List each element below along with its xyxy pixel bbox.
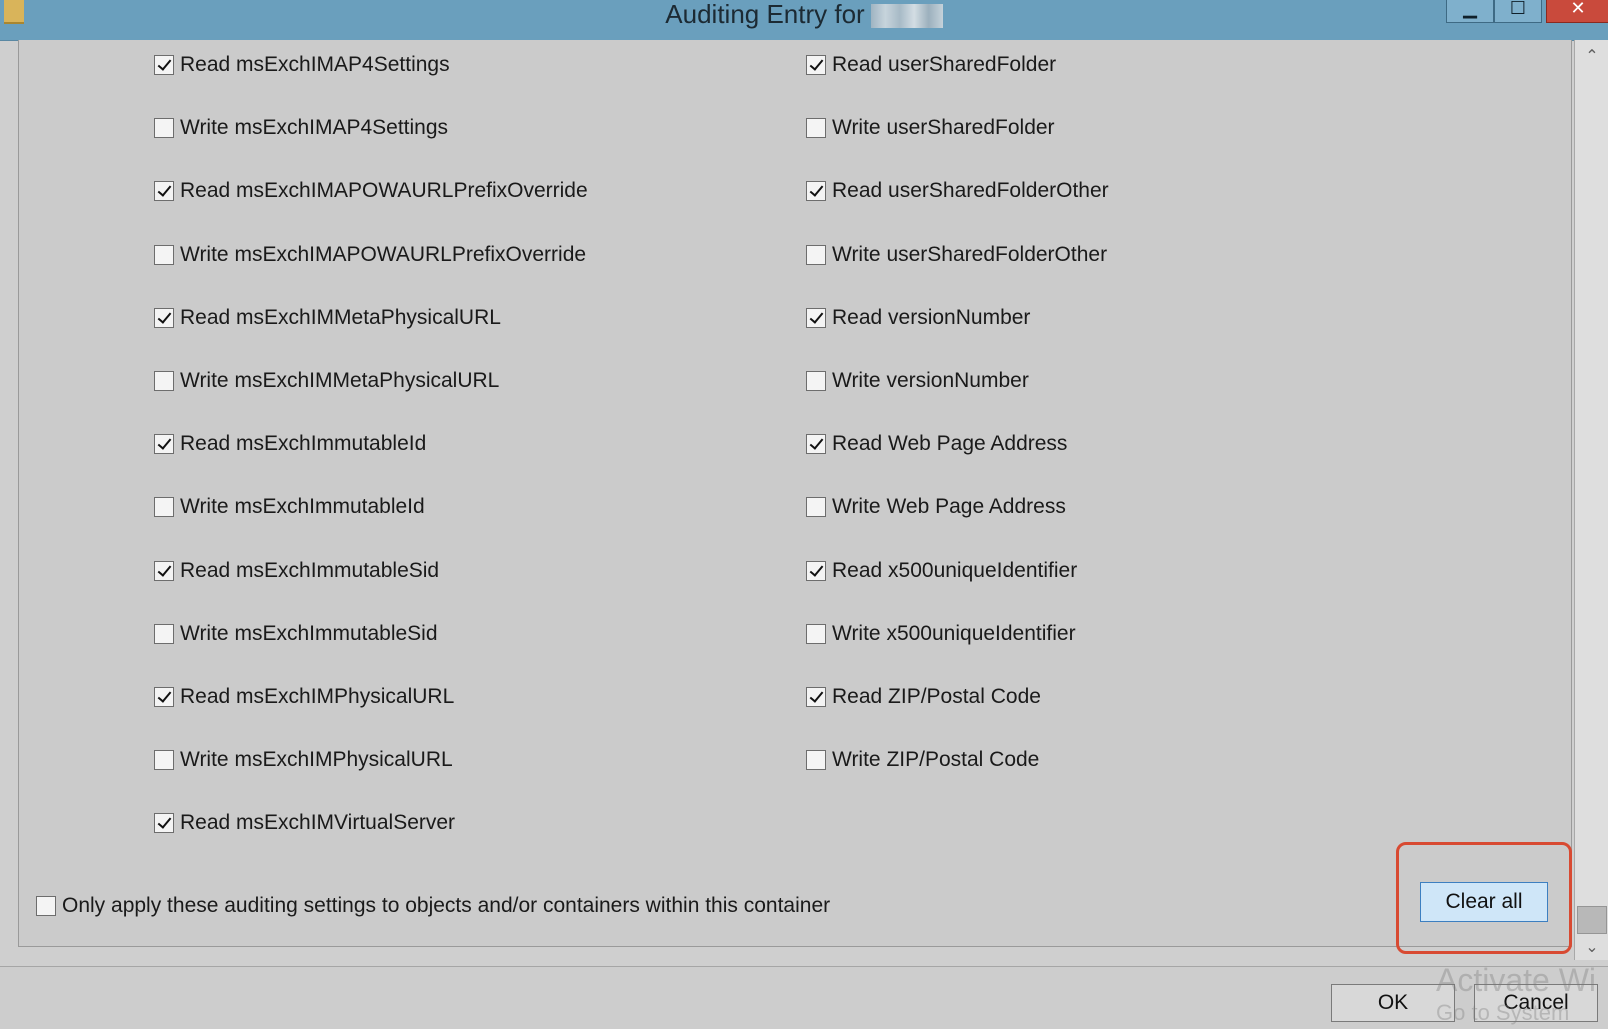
permission-item[interactable]: Write x500uniqueIdentifier [806, 620, 1076, 648]
permission-checkbox[interactable] [154, 497, 174, 518]
permission-label: Write msExchImmutableId [180, 495, 425, 519]
permission-label: Read msExchIMPhysicalURL [180, 685, 455, 708]
permission-item[interactable]: Read msExchIMMetaPhysicalURL [154, 304, 501, 332]
permission-checkbox[interactable] [806, 371, 826, 391]
permission-item[interactable]: Read ZIP/Postal Code [806, 683, 1041, 711]
permission-label: Write userSharedFolder [832, 116, 1055, 140]
window-title: Auditing Entry for [0, 0, 1608, 36]
permission-label: Write msExchImmutableSid [180, 621, 438, 645]
permission-label: Write versionNumber [832, 369, 1029, 392]
permission-checkbox[interactable] [154, 371, 174, 391]
permission-checkbox[interactable] [806, 181, 826, 202]
permission-checkbox[interactable] [806, 307, 826, 328]
permission-item[interactable]: Write userSharedFolder [806, 114, 1055, 142]
permission-item[interactable]: Write versionNumber [806, 367, 1029, 395]
permission-checkbox[interactable] [154, 813, 174, 834]
permission-item[interactable]: Read msExchIMAPOWAURLPrefixOverride [154, 177, 588, 205]
window-title-text: Auditing Entry for [665, 0, 865, 29]
apply-only-checkbox-item[interactable]: Only apply these auditing settings to ob… [36, 892, 830, 920]
permission-checkbox[interactable] [806, 497, 826, 518]
minimize-button[interactable]: ▁ [1446, 0, 1494, 23]
cancel-button[interactable]: Cancel [1474, 984, 1598, 1022]
permission-label: Read ZIP/Postal Code [832, 685, 1041, 708]
permission-checkbox[interactable] [154, 307, 174, 328]
permission-label: Read versionNumber [832, 305, 1031, 329]
permission-label: Read msExchIMMetaPhysicalURL [180, 305, 501, 329]
permission-item[interactable]: Read msExchImmutableSid [154, 557, 439, 585]
permission-label: Read msExchIMAPOWAURLPrefixOverride [180, 179, 588, 203]
permission-item[interactable]: Write msExchIMAP4Settings [154, 114, 448, 142]
permission-checkbox[interactable] [154, 560, 174, 581]
permission-item[interactable]: Read userSharedFolder [806, 51, 1056, 79]
permission-item[interactable]: Write msExchIMPhysicalURL [154, 746, 453, 774]
permission-checkbox[interactable] [806, 623, 826, 644]
permission-label: Write msExchIMAP4Settings [180, 116, 449, 140]
title-bar: Auditing Entry for ▁ ☐ ✕ [0, 0, 1608, 41]
permission-item[interactable]: Write msExchImmutableSid [154, 620, 438, 648]
permission-label: Write ZIP/Postal Code [832, 748, 1040, 772]
clear-all-button[interactable]: Clear all [1420, 882, 1548, 922]
permission-checkbox[interactable] [806, 687, 826, 707]
permission-label: Read userSharedFolder [832, 53, 1057, 76]
permission-item[interactable]: Write msExchIMMetaPhysicalURL [154, 367, 499, 395]
permission-item[interactable]: Read msExchImmutableId [154, 430, 426, 458]
permission-item[interactable]: Read versionNumber [806, 304, 1030, 332]
permission-item[interactable]: Write userSharedFolderOther [806, 241, 1107, 269]
permission-item[interactable]: Read msExchIMVirtualServer [154, 809, 455, 837]
permission-item[interactable]: Read userSharedFolderOther [806, 177, 1109, 205]
permission-checkbox[interactable] [806, 750, 826, 771]
permission-item[interactable]: Write msExchIMAPOWAURLPrefixOverride [154, 241, 586, 269]
permission-label: Read msExchImmutableSid [180, 558, 440, 582]
permission-checkbox[interactable] [154, 623, 174, 644]
permission-item[interactable]: Write Web Page Address [806, 493, 1066, 521]
permission-label: Write Web Page Address [832, 495, 1066, 519]
redacted-object-name [870, 4, 943, 29]
permission-label: Write msExchIMAPOWAURLPrefixOverride [180, 242, 587, 266]
permission-label: Read Web Page Address [832, 432, 1068, 456]
permission-checkbox[interactable] [806, 55, 826, 75]
permission-label: Read msExchImmutableId [180, 432, 427, 456]
apply-only-label: Only apply these auditing settings to ob… [62, 894, 831, 917]
permission-label: Read x500uniqueIdentifier [832, 558, 1078, 582]
scroll-thumb[interactable] [1577, 906, 1607, 934]
permission-item[interactable]: Write msExchImmutableId [154, 493, 425, 521]
permission-item[interactable]: Read Web Page Address [806, 430, 1067, 458]
permission-label: Read userSharedFolderOther [832, 179, 1109, 203]
permission-checkbox[interactable] [154, 434, 174, 455]
permission-label: Write msExchIMPhysicalURL [180, 748, 453, 772]
permission-item[interactable]: Read msExchIMAP4Settings [154, 51, 450, 79]
permission-checkbox[interactable] [154, 55, 174, 75]
permission-label: Write userSharedFolderOther [832, 242, 1108, 266]
permission-checkbox[interactable] [806, 434, 826, 455]
ok-button[interactable]: OK [1331, 984, 1455, 1022]
permission-checkbox[interactable] [154, 181, 174, 202]
permission-label: Write msExchIMMetaPhysicalURL [180, 369, 500, 392]
scroll-down-arrow-icon[interactable]: ⌄ [1575, 935, 1608, 961]
apply-only-checkbox[interactable] [36, 896, 56, 916]
permission-label: Read msExchIMVirtualServer [180, 811, 456, 835]
permission-checkbox[interactable] [806, 118, 826, 139]
permission-checkbox[interactable] [154, 750, 174, 771]
permission-item[interactable]: Read msExchIMPhysicalURL [154, 683, 454, 711]
permission-checkbox[interactable] [154, 244, 174, 265]
permission-checkbox[interactable] [154, 118, 174, 139]
vertical-scrollbar[interactable]: ⌃ ⌄ [1574, 40, 1608, 960]
scroll-up-arrow-icon[interactable]: ⌃ [1575, 44, 1608, 70]
maximize-button[interactable]: ☐ [1494, 0, 1542, 23]
permission-item[interactable]: Write ZIP/Postal Code [806, 746, 1039, 774]
permission-checkbox[interactable] [154, 687, 174, 707]
close-button[interactable]: ✕ [1546, 0, 1608, 23]
permission-checkbox[interactable] [806, 560, 826, 581]
permission-checkbox[interactable] [806, 244, 826, 265]
permission-label: Read msExchIMAP4Settings [180, 53, 450, 76]
permission-item[interactable]: Read x500uniqueIdentifier [806, 557, 1077, 585]
permission-label: Write x500uniqueIdentifier [832, 621, 1076, 645]
